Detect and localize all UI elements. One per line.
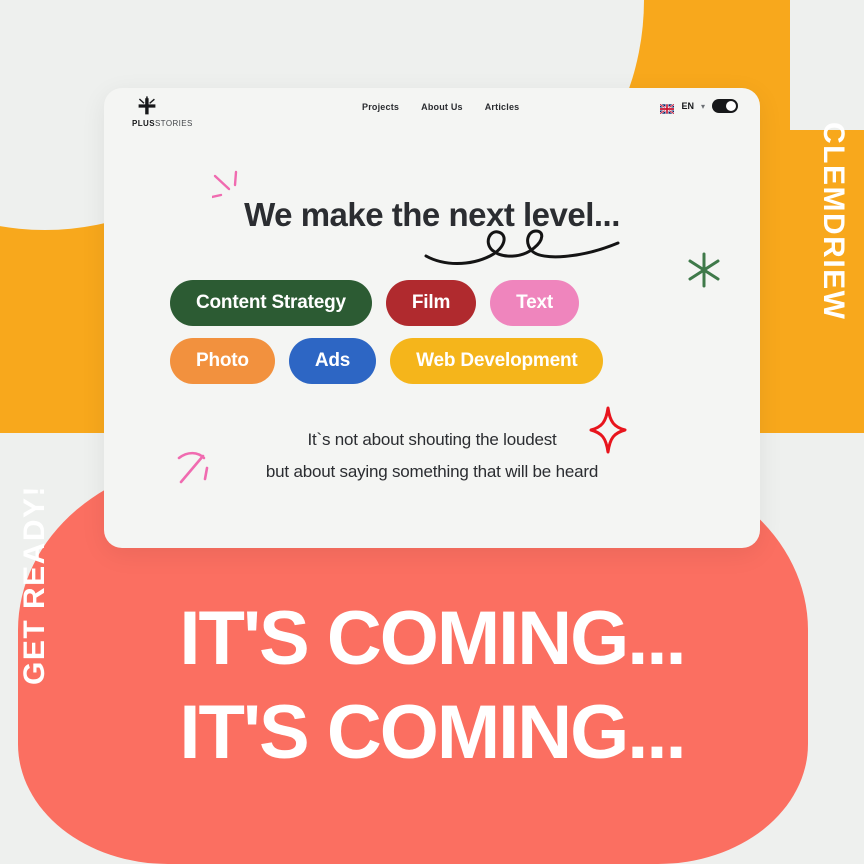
tagline-line-1: It`s not about shouting the loudest xyxy=(307,430,557,449)
plus-mark-icon xyxy=(136,96,158,118)
hand-drawn-squiggle-icon xyxy=(422,226,627,273)
service-tag-list: Content Strategy Film Text Photo Ads Web… xyxy=(170,280,700,396)
background-light-gutter xyxy=(790,0,864,130)
pill-text[interactable]: Text xyxy=(490,280,579,326)
brand-name-bold: PLUS xyxy=(132,119,155,128)
announcement-copy: IT'S COMING... IT'S COMING... xyxy=(0,592,864,780)
nav-right-controls: EN ▾ xyxy=(659,99,738,115)
service-tag-row-1: Content Strategy Film Text xyxy=(170,280,700,326)
announcement-line-1: IT'S COMING... xyxy=(179,596,686,681)
uk-flag-icon xyxy=(659,101,675,115)
card-tagline: It`s not about shouting the loudest but … xyxy=(104,424,760,488)
pill-film[interactable]: Film xyxy=(385,280,477,326)
service-tag-row-2: Photo Ads Web Development xyxy=(170,338,700,384)
brand-name: PLUSSTORIES xyxy=(132,119,252,128)
nav-link-about-us[interactable]: About Us xyxy=(421,102,463,112)
nav-link-articles[interactable]: Articles xyxy=(485,102,520,112)
brand-name-light: STORIES xyxy=(154,119,193,128)
nav-links: Projects About Us Articles xyxy=(362,102,519,112)
toggle-knob xyxy=(726,101,736,111)
tagline-line-2: but about saying something that will be … xyxy=(265,462,599,481)
side-label-right: CLEMDRIEW xyxy=(817,122,850,321)
pill-photo[interactable]: Photo xyxy=(170,338,275,384)
nav-link-projects[interactable]: Projects xyxy=(362,102,399,112)
headline-light-part: We make xyxy=(244,196,392,233)
pill-content-strategy[interactable]: Content Strategy xyxy=(170,280,372,326)
pill-ads[interactable]: Ads xyxy=(288,338,377,384)
chevron-down-icon[interactable]: ▾ xyxy=(701,102,705,111)
pill-web-development[interactable]: Web Development xyxy=(390,338,604,384)
site-navbar: PLUSSTORIES Projects About Us Articles E… xyxy=(104,88,760,134)
announcement-line-2: IT'S COMING... xyxy=(179,690,686,775)
language-code[interactable]: EN xyxy=(681,101,694,111)
website-preview-card: PLUSSTORIES Projects About Us Articles E… xyxy=(104,88,760,548)
brand-logo[interactable]: PLUSSTORIES xyxy=(132,96,252,128)
theme-toggle-switch[interactable] xyxy=(712,99,738,113)
